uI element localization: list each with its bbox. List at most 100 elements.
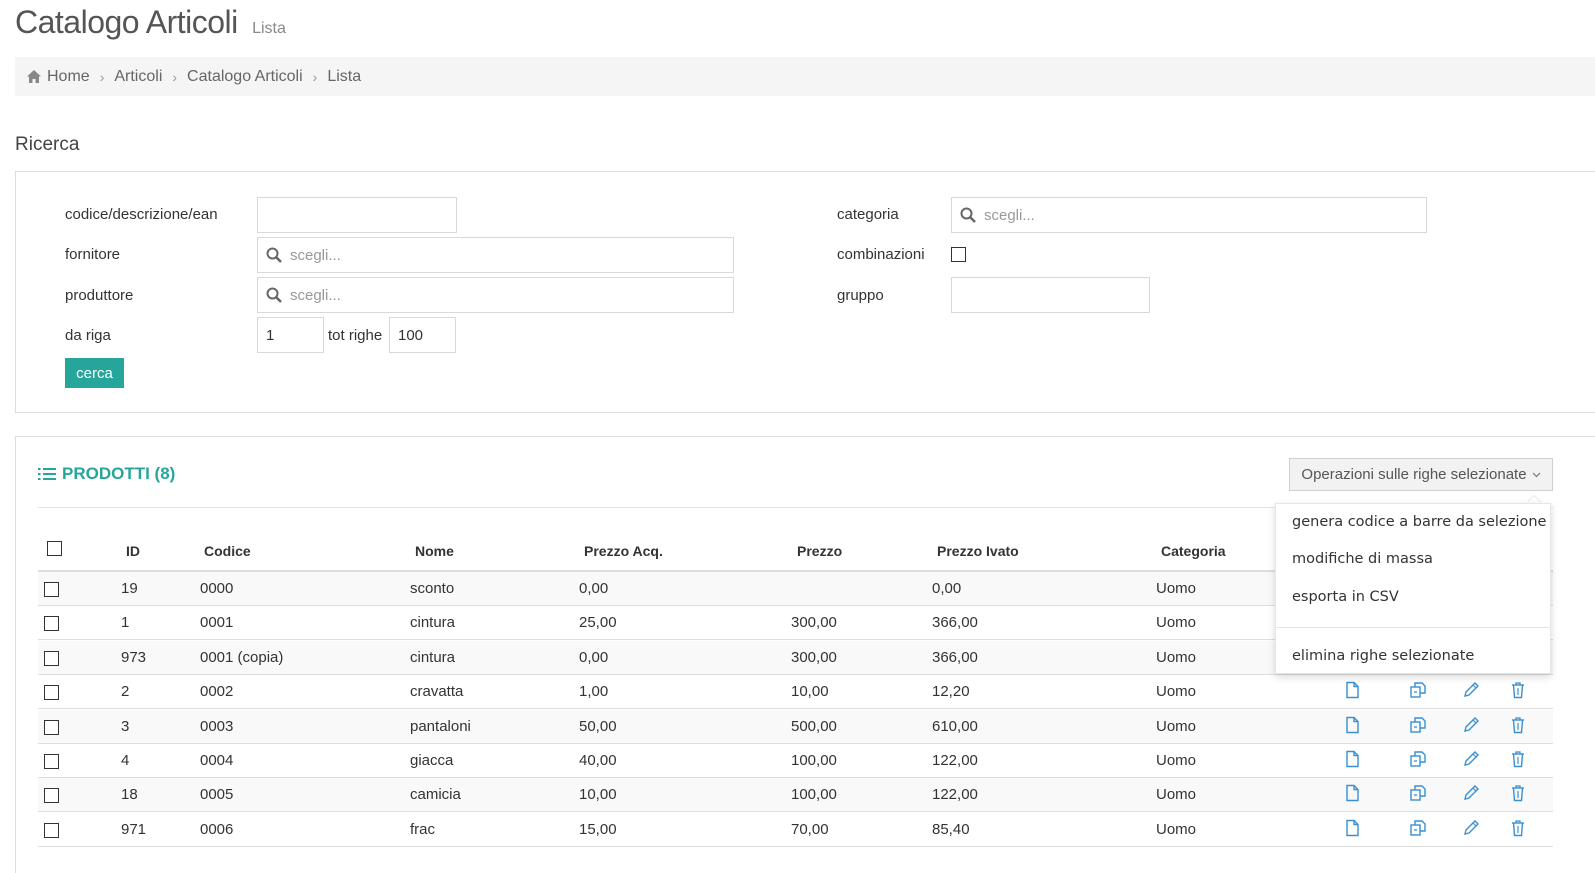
copy-icon[interactable] [1409, 784, 1427, 802]
cell-id: 18 [121, 786, 138, 804]
search-icon [960, 207, 976, 223]
file-icon[interactable] [1343, 681, 1361, 699]
row-checkbox[interactable] [44, 788, 59, 804]
row-checkbox[interactable] [44, 822, 59, 838]
cell-id: 19 [121, 580, 138, 597]
row-checkbox[interactable] [44, 582, 59, 597]
cell-nome: cintura [410, 614, 456, 632]
row-checkbox[interactable] [44, 685, 59, 701]
table-row: 3 0003 pantaloni 50,00 500,00 610,00 Uomo [38, 709, 1553, 744]
cell-prezzo-acq: 10,00 [579, 786, 617, 804]
cell-prezzo-acq: 0,00 [579, 648, 609, 666]
cell-id: 3 [121, 717, 130, 735]
cell-nome: camicia [410, 786, 461, 804]
cell-prezzo-ivato: 85,40 [932, 820, 970, 838]
cell-id: 4 [121, 752, 130, 769]
dropdown-item-bulk-edit[interactable]: modifiche di massa [1292, 551, 1433, 567]
operations-button[interactable]: Operazioni sulle righe selezionate [1289, 458, 1553, 491]
cell-prezzo-ivato: 122,00 [932, 752, 978, 769]
da-riga-label: da riga [65, 327, 111, 344]
row-checkbox[interactable] [44, 719, 59, 735]
cell-nome: cintura [410, 648, 456, 666]
file-icon[interactable] [1343, 750, 1361, 768]
cell-prezzo-acq: 40,00 [579, 752, 617, 769]
operations-dropdown: genera codice a barre da selezione modif… [1275, 503, 1551, 674]
row-checkbox[interactable] [44, 650, 59, 666]
copy-icon[interactable] [1409, 750, 1427, 768]
codice-label: codice/descrizione/ean [65, 206, 218, 223]
cell-codice: 0002 [200, 683, 234, 701]
cell-prezzo: 100,00 [791, 786, 837, 804]
breadcrumb-catalogo[interactable]: Catalogo Articoli [187, 68, 303, 86]
trash-icon[interactable] [1509, 681, 1527, 699]
pencil-icon[interactable] [1462, 716, 1480, 734]
select-all-checkbox[interactable] [47, 541, 62, 556]
cell-prezzo-ivato: 610,00 [932, 717, 978, 735]
trash-icon[interactable] [1509, 716, 1527, 734]
table-row: 18 0005 camicia 10,00 100,00 122,00 Uomo [38, 778, 1553, 813]
combinazioni-label: combinazioni [837, 246, 925, 263]
copy-icon[interactable] [1409, 819, 1427, 837]
row-checkbox[interactable] [44, 754, 59, 769]
cell-categoria: Uomo [1156, 820, 1197, 838]
categoria-select[interactable]: scegli... [951, 197, 1427, 233]
cell-codice: 0000 [200, 580, 234, 597]
operations-button-label: Operazioni sulle righe selezionate [1301, 466, 1527, 483]
cell-prezzo: 100,00 [791, 752, 837, 769]
pencil-icon[interactable] [1462, 784, 1480, 802]
trash-icon[interactable] [1509, 819, 1527, 837]
gruppo-input[interactable] [951, 277, 1150, 313]
column-header-prezzo: Prezzo [797, 543, 843, 559]
cell-categoria: Uomo [1156, 717, 1197, 735]
cell-categoria: Uomo [1156, 614, 1197, 632]
file-icon[interactable] [1343, 819, 1361, 837]
breadcrumb-home-label: Home [47, 67, 90, 85]
breadcrumb-lista: Lista [327, 67, 362, 85]
products-title-label: PRODOTTI (8) [62, 464, 176, 483]
categoria-placeholder: scegli... [984, 206, 1035, 224]
cell-prezzo: 500,00 [791, 717, 837, 735]
cell-prezzo-ivato: 12,20 [932, 683, 970, 701]
trash-icon[interactable] [1509, 784, 1527, 802]
page-subtitle: Lista [252, 20, 286, 37]
cell-nome: cravatta [410, 683, 464, 701]
dropdown-item-export-csv[interactable]: esporta in CSV [1292, 589, 1399, 605]
cell-codice: 0004 [200, 752, 234, 769]
combinazioni-checkbox[interactable] [951, 247, 966, 262]
chevron-down-icon [1532, 472, 1540, 477]
pencil-icon[interactable] [1462, 681, 1480, 699]
dropdown-item-barcode[interactable]: genera codice a barre da selezione [1292, 514, 1546, 530]
cell-prezzo: 300,00 [791, 614, 837, 632]
column-header-categoria: Categoria [1161, 543, 1226, 559]
cell-prezzo: 300,00 [791, 648, 837, 666]
dropdown-item-delete[interactable]: elimina righe selezionate [1292, 648, 1474, 664]
da-riga-input[interactable]: 1 [257, 317, 324, 353]
chevron-right-icon: › [172, 68, 178, 85]
file-icon[interactable] [1343, 784, 1361, 802]
gruppo-label: gruppo [837, 287, 884, 304]
cell-codice: 0001 [200, 614, 234, 632]
cell-nome: pantaloni [410, 717, 471, 735]
breadcrumb-articoli[interactable]: Articoli [114, 68, 162, 86]
produttore-label: produttore [65, 287, 134, 304]
cell-id: 2 [121, 683, 130, 701]
tot-righe-input[interactable]: 100 [389, 317, 456, 353]
file-icon[interactable] [1343, 716, 1361, 734]
cell-prezzo-acq: 1,00 [579, 683, 609, 701]
cell-categoria: Uomo [1156, 752, 1197, 769]
page-title-main: Catalogo Articoli [15, 4, 238, 40]
row-checkbox[interactable] [44, 616, 59, 632]
copy-icon[interactable] [1409, 681, 1427, 699]
pencil-icon[interactable] [1462, 750, 1480, 768]
cerca-button[interactable]: cerca [65, 358, 124, 388]
copy-icon[interactable] [1409, 716, 1427, 734]
pencil-icon[interactable] [1462, 819, 1480, 837]
produttore-select[interactable]: scegli... [257, 277, 734, 313]
breadcrumb-home[interactable]: Home [27, 68, 90, 86]
cell-id: 971 [121, 820, 147, 838]
fornitore-select[interactable]: scegli... [257, 237, 734, 273]
home-icon [27, 70, 41, 83]
fornitore-placeholder: scegli... [290, 246, 341, 264]
trash-icon[interactable] [1509, 750, 1527, 768]
codice-input[interactable] [257, 197, 457, 233]
